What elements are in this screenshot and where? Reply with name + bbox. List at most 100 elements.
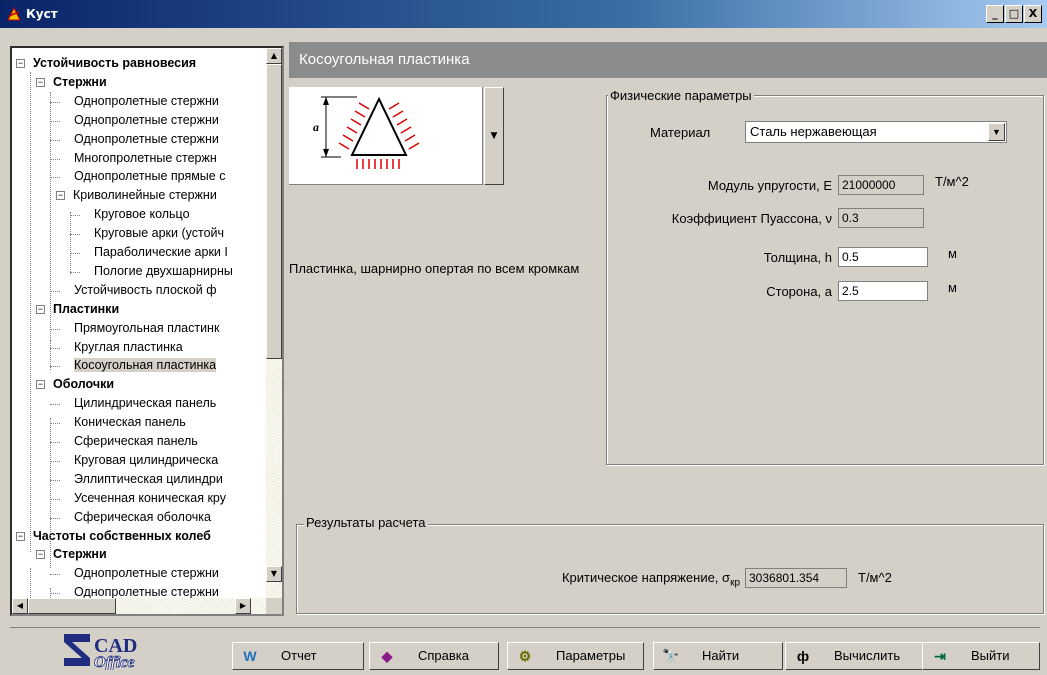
scroll-down-icon[interactable]: ▼ bbox=[266, 566, 282, 582]
tree-item-label: Сферическая панель bbox=[74, 434, 198, 448]
horizontal-scroll-thumb[interactable] bbox=[28, 598, 116, 614]
exit-icon: ⇥ bbox=[934, 648, 946, 664]
tree-item[interactable]: Стержни bbox=[53, 545, 107, 564]
critical-stress-value: 3036801.354 bbox=[745, 568, 847, 588]
tree-item[interactable]: Круглая пластинка bbox=[74, 338, 183, 357]
tree-item[interactable]: Прямоугольная пластинк bbox=[74, 319, 219, 338]
toolbar-button-label: Выйти bbox=[971, 648, 1010, 663]
exit-button[interactable]: ⇥ Выйти bbox=[922, 642, 1040, 670]
tree-connector bbox=[70, 234, 80, 236]
tree-item[interactable]: Коническая панель bbox=[74, 413, 186, 432]
tree-item[interactable]: Однопролетные стержни bbox=[74, 92, 219, 111]
critical-stress-label: Критическое напряжение, σкр bbox=[561, 570, 740, 589]
scroll-right-icon[interactable]: ▶ bbox=[235, 598, 251, 614]
tree-item[interactable]: Усеченная коническая кру bbox=[74, 489, 226, 508]
tree-item[interactable]: Устойчивость равновесия bbox=[33, 54, 196, 73]
maximize-button[interactable]: □ bbox=[1005, 5, 1023, 23]
tree-item-label: Прямоугольная пластинк bbox=[74, 320, 220, 335]
tree-item[interactable]: Круговая цилиндрическа bbox=[74, 451, 218, 470]
settings-button[interactable]: ⚙ Параметры bbox=[507, 642, 644, 670]
tree-connector bbox=[50, 120, 60, 122]
tree-item[interactable]: Косоугольная пластинка bbox=[74, 356, 217, 375]
vertical-scroll-thumb[interactable] bbox=[266, 64, 282, 359]
tree-item-label: Многопролетные стержн bbox=[74, 150, 217, 165]
tree-item-label: Однопролетные стержни bbox=[74, 585, 219, 598]
tree-item-label: Круговые арки (устойч bbox=[94, 226, 225, 241]
param-input[interactable]: 2.5 bbox=[838, 281, 928, 301]
tree-item[interactable]: Сферическая панель bbox=[74, 432, 198, 451]
tree-item-label: Круглая пластинка bbox=[74, 339, 183, 354]
tree-item-label: Оболочки bbox=[53, 377, 115, 392]
results-legend: Результаты расчета bbox=[304, 515, 428, 530]
tree-item[interactable]: Однопролетные прямые с bbox=[74, 167, 225, 186]
horizontal-scrollbar[interactable]: ◀ ▶ bbox=[12, 598, 267, 614]
tree-item-label: Стержни bbox=[53, 74, 107, 89]
app-icon bbox=[7, 6, 21, 21]
tree-item[interactable]: Круговое кольцо bbox=[94, 205, 190, 224]
tree-item[interactable]: Однопролетные стержни bbox=[74, 111, 219, 130]
tree-item[interactable]: Устойчивость плоской ф bbox=[74, 281, 217, 300]
tree-item[interactable]: Параболические арки I bbox=[94, 243, 228, 262]
scroll-up-icon[interactable]: ▲ bbox=[266, 48, 282, 64]
tree-connector bbox=[50, 588, 51, 598]
collapse-icon[interactable]: − bbox=[16, 531, 25, 541]
tree-item[interactable]: Однопролетные стержни bbox=[74, 583, 219, 598]
results-group bbox=[296, 524, 1044, 614]
tree-panel: Устойчивость равновесия − Стержни − Однопрол… bbox=[10, 46, 284, 616]
svg-text:Office: Office bbox=[94, 654, 135, 670]
toolbar-button-label: Параметры bbox=[556, 648, 626, 663]
collapse-icon[interactable]: − bbox=[16, 59, 25, 68]
tree-connector bbox=[50, 460, 60, 462]
tree-item[interactable]: Пологие двухшарнирны bbox=[94, 262, 233, 281]
dimension-label: a bbox=[313, 120, 319, 134]
scheme-dropdown-button[interactable]: ▼ bbox=[484, 87, 504, 185]
section-header: Косоугольная пластинка bbox=[289, 42, 1047, 78]
collapse-icon[interactable]: − bbox=[36, 550, 45, 560]
window-title: Куст bbox=[26, 7, 58, 21]
calculate-button[interactable]: ф Вычислить bbox=[785, 642, 925, 670]
tree-item[interactable]: Круговые арки (устойч bbox=[94, 224, 224, 243]
tree-item-label: Цилиндрическая панель bbox=[74, 396, 217, 411]
tree-item[interactable]: Оболочки bbox=[53, 375, 114, 394]
param-input[interactable]: 0.5 bbox=[838, 247, 928, 267]
material-label: Материал bbox=[650, 125, 711, 140]
tree-item-label: Однопролетные стержни bbox=[74, 131, 219, 146]
minimize-button[interactable]: _ bbox=[986, 5, 1004, 23]
tree-item[interactable]: Сферическая оболочка bbox=[74, 508, 211, 527]
tree-item[interactable]: Стержни bbox=[53, 73, 107, 92]
tree-item[interactable]: Пластинки bbox=[53, 300, 119, 319]
tree-connector bbox=[50, 328, 60, 330]
chevron-down-icon: ▼ bbox=[490, 131, 498, 141]
tree-connector bbox=[50, 423, 60, 425]
tree-item[interactable]: Однопролетные стержни bbox=[74, 564, 219, 583]
toolbar-button-label: Справка bbox=[418, 648, 469, 663]
find-button[interactable]: 🔭 Найти bbox=[653, 642, 783, 670]
report-icon: W bbox=[243, 648, 257, 664]
tree-item[interactable]: Многопролетные стержн bbox=[74, 149, 217, 168]
tree-item[interactable]: Эллиптическая цилиндри bbox=[74, 470, 223, 489]
chevron-down-icon[interactable]: ▼ bbox=[988, 123, 1005, 141]
settings-icon: ⚙ bbox=[518, 648, 532, 664]
title-bar: Куст _ □ X bbox=[0, 0, 1047, 28]
vertical-scrollbar[interactable]: ▲ ▼ bbox=[266, 48, 282, 598]
report-button[interactable]: W Отчет bbox=[232, 642, 364, 670]
tree-connector bbox=[50, 442, 60, 443]
help-button[interactable]: ◆ Справка bbox=[369, 642, 499, 670]
bottom-toolbar: CAD Office W Отчет ◆ Справка ⚙ Параметры 🔭 Найт… bbox=[10, 627, 1040, 671]
tree-connector bbox=[50, 593, 60, 595]
material-select[interactable]: Сталь нержавеющая ▼ bbox=[745, 121, 1007, 143]
param-unit: м bbox=[948, 280, 957, 295]
param-label: Модуль упругости, E bbox=[707, 178, 832, 193]
collapse-icon[interactable]: − bbox=[36, 380, 45, 390]
collapse-icon[interactable]: − bbox=[36, 304, 45, 314]
tree-item-label: Частоты собственных колеб bbox=[33, 528, 211, 543]
close-button[interactable]: X bbox=[1024, 5, 1042, 23]
tree-item[interactable]: Однопролетные стержни bbox=[74, 130, 219, 149]
critical-stress-unit: Т/м^2 bbox=[858, 570, 892, 585]
scroll-left-icon[interactable]: ◀ bbox=[12, 598, 28, 614]
collapse-icon[interactable]: − bbox=[36, 77, 45, 87]
tree-item[interactable]: Цилиндрическая панель bbox=[74, 394, 216, 413]
tree-item[interactable]: Криволинейные стержни bbox=[73, 186, 217, 205]
collapse-icon[interactable]: − bbox=[56, 191, 65, 201]
tree-item[interactable]: Частоты собственных колеб bbox=[33, 527, 211, 546]
